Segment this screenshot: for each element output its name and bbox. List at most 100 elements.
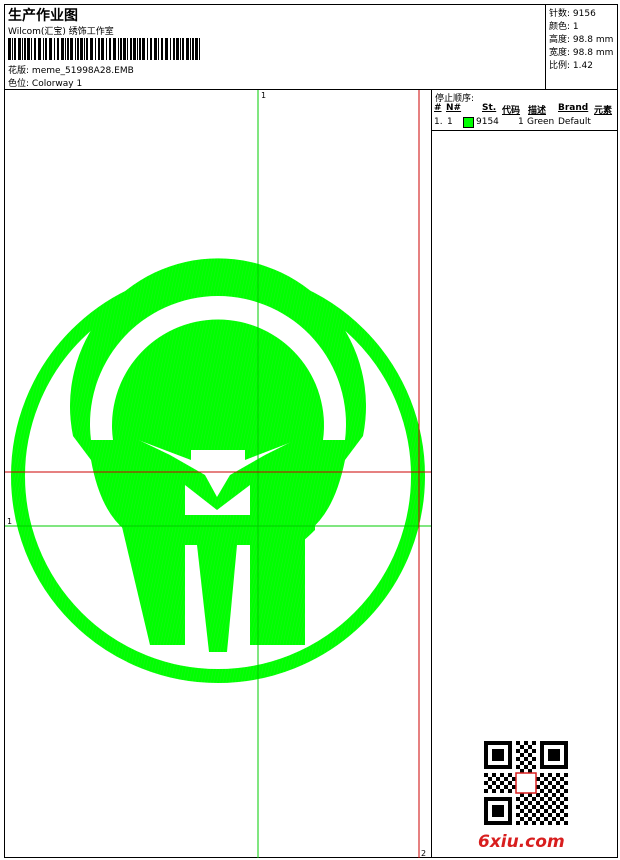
barcode-bar [57, 38, 59, 60]
qr-module [532, 805, 536, 809]
qr-module [516, 821, 520, 825]
qr-module [544, 809, 548, 813]
qr-module [508, 789, 512, 793]
colorway-label: 色位: [8, 79, 30, 89]
qr-module [536, 809, 540, 813]
guide-label-top: 1 [261, 91, 266, 100]
qr-module [516, 765, 520, 769]
qr-module [548, 813, 552, 817]
design-filename: meme_51998A28.EMB [31, 66, 134, 76]
colorway-row: 色位: Colorway 1 [8, 76, 82, 89]
qr-module [496, 785, 500, 789]
qr-module [564, 821, 568, 825]
barcode-bar [67, 38, 69, 60]
row-description: Green [527, 117, 555, 127]
qr-module [488, 785, 492, 789]
barcode-bar [142, 38, 145, 60]
barcode-bar [113, 38, 116, 60]
qr-module [520, 753, 524, 757]
qr-module [520, 809, 524, 813]
qr-module [504, 785, 508, 789]
qr-module [544, 793, 548, 797]
qr-module [548, 805, 552, 809]
col-head-index: # [434, 103, 442, 113]
qr-module [560, 809, 564, 813]
qr-module [540, 773, 544, 777]
watermark-logo: 6xiu.com [478, 832, 565, 852]
qr-module [528, 761, 532, 765]
qr-module [564, 789, 568, 793]
qr-module [540, 805, 544, 809]
qr-module [524, 741, 528, 745]
qr-module [536, 817, 540, 821]
barcode-bar [190, 38, 191, 60]
col-head-code: 代码 [502, 106, 521, 116]
qr-module [556, 821, 560, 825]
production-worksheet: 生产作业图 Wilcom(汇宝) 绣饰工作室 花版: meme_51998A28… [4, 4, 618, 858]
stat-colors: 颜色: 1 [549, 22, 579, 32]
stat-stitches: 针数: 9156 [549, 9, 596, 19]
qr-module [560, 793, 564, 797]
qr-module [516, 757, 520, 761]
col-head-description: 描述 [528, 106, 547, 116]
design-file-row: 花版: meme_51998A28.EMB [8, 63, 134, 76]
qr-module [540, 797, 544, 801]
qr-module [548, 773, 552, 777]
m-right-leg [273, 485, 305, 645]
barcode-bar [137, 38, 138, 60]
qr-code-image [484, 741, 568, 825]
qr-module [564, 773, 568, 777]
qr-module [548, 821, 552, 825]
design-label: 花版: [8, 66, 30, 76]
qr-module [520, 817, 524, 821]
qr-module [548, 789, 552, 793]
qr-module [556, 773, 560, 777]
qr-module [516, 805, 520, 809]
qr-module [548, 781, 552, 785]
barcode-bar [98, 38, 100, 60]
barcode-bar [77, 38, 79, 60]
qr-module [524, 757, 528, 761]
barcode-bar [109, 38, 111, 60]
row-code: 1 [518, 117, 524, 127]
qr-module [556, 805, 560, 809]
qr-module [532, 741, 536, 745]
guide-label-bottom: 2 [421, 849, 426, 858]
barcode-bar [80, 38, 83, 60]
barcode-image [8, 38, 200, 60]
barcode-bar [86, 38, 88, 60]
qr-module [544, 785, 548, 789]
qr-module [508, 781, 512, 785]
qr-module [536, 801, 540, 805]
qr-module [496, 777, 500, 781]
qr-module [492, 781, 496, 785]
barcode-bar [158, 38, 159, 60]
barcode-bar [195, 38, 198, 60]
design-canvas: 1 1 2 [5, 90, 431, 858]
qr-module [532, 749, 536, 753]
barcode-bar [70, 38, 73, 60]
qr-module [552, 785, 556, 789]
qr-module [552, 793, 556, 797]
worksheet-header: 生产作业图 Wilcom(汇宝) 绣饰工作室 花版: meme_51998A28… [5, 5, 617, 90]
barcode-bar [43, 38, 44, 60]
barcode-bar [12, 38, 13, 60]
barcode-bar [154, 38, 157, 60]
qr-module [564, 805, 568, 809]
qr-module [508, 773, 512, 777]
software-subtitle: Wilcom(汇宝) 绣饰工作室 [8, 27, 114, 37]
barcode-bar [45, 38, 47, 60]
qr-module [484, 781, 488, 785]
qr-module [484, 773, 488, 777]
stat-height: 高度: 98.8 mm [549, 35, 614, 45]
qr-module [532, 765, 536, 769]
barcode-bar [31, 38, 32, 60]
qr-module [564, 781, 568, 785]
qr-module [548, 797, 552, 801]
row-brand: Default [558, 117, 591, 127]
barcode-bar [186, 38, 189, 60]
col-head-stitches: St. [482, 103, 497, 113]
qr-module [524, 821, 528, 825]
qr-module [516, 813, 520, 817]
qr-module [516, 749, 520, 753]
